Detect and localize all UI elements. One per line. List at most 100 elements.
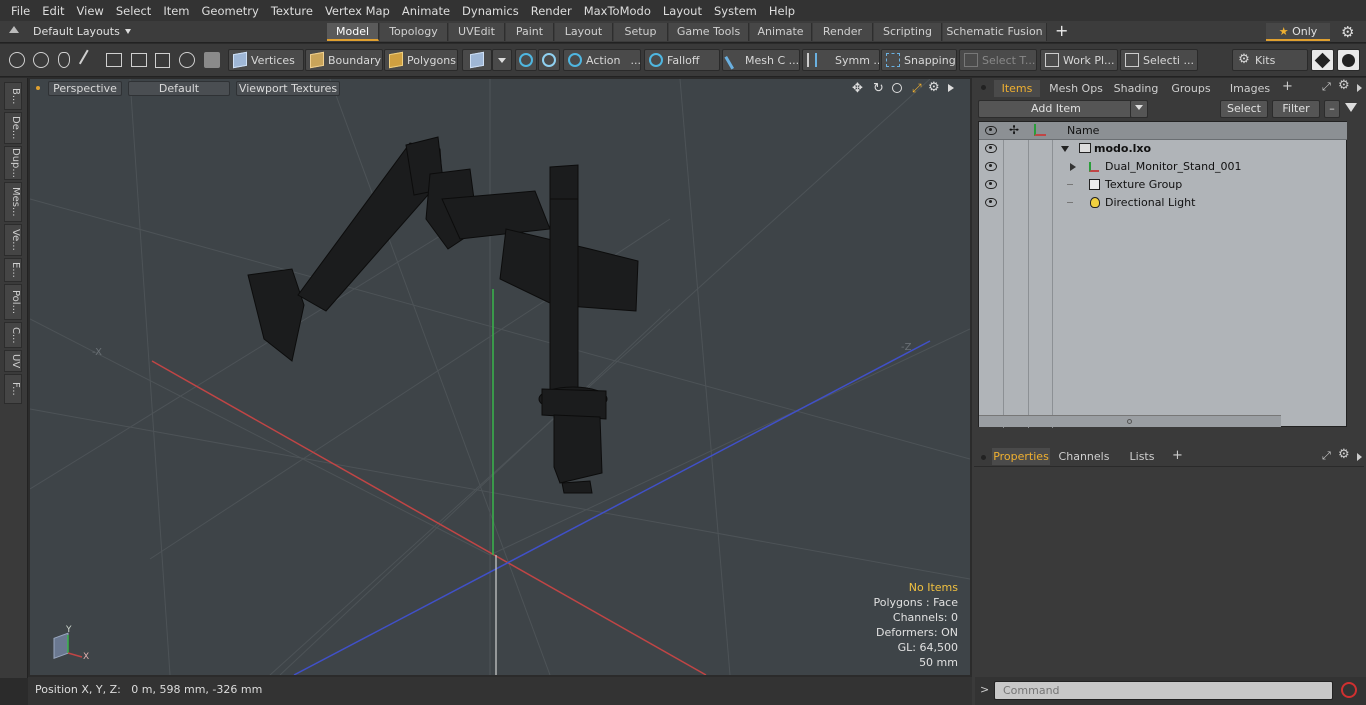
play-arrow-icon[interactable] bbox=[948, 84, 954, 92]
viewport-gear-icon[interactable]: ⚙ bbox=[928, 80, 940, 95]
funnel-icon[interactable] bbox=[1345, 103, 1357, 112]
tab-channels[interactable]: Channels bbox=[1056, 448, 1112, 465]
tab-uvedit[interactable]: UVEdit bbox=[449, 23, 505, 41]
collapse-icon[interactable] bbox=[9, 26, 19, 33]
snap-mode-button[interactable] bbox=[515, 49, 537, 71]
left-tab-duplicate[interactable]: Dup... bbox=[4, 146, 22, 180]
menu-texture[interactable]: Texture bbox=[265, 4, 319, 18]
align-icon[interactable] bbox=[106, 53, 122, 67]
maximize-icon[interactable]: ⤢ bbox=[912, 81, 922, 96]
gear-icon[interactable]: ⚙ bbox=[1341, 23, 1354, 41]
layouts-dropdown[interactable]: Default Layouts bbox=[33, 24, 132, 40]
snap-mode-button-2[interactable] bbox=[538, 49, 560, 71]
panel-dot-icon[interactable] bbox=[981, 85, 986, 90]
lower-panel-dot-icon[interactable] bbox=[981, 455, 986, 460]
tab-images[interactable]: Images bbox=[1222, 80, 1278, 97]
viewport-menu-dot-icon[interactable] bbox=[36, 86, 40, 90]
menu-vertex-map[interactable]: Vertex Map bbox=[319, 4, 396, 18]
kits-button[interactable]: ⚙ Kits bbox=[1232, 49, 1308, 71]
tab-animate[interactable]: Animate bbox=[750, 23, 812, 41]
rotate-icon[interactable] bbox=[179, 52, 195, 68]
panel-gear-icon[interactable]: ⚙ bbox=[1338, 78, 1350, 93]
left-tab-edge[interactable]: E... bbox=[4, 258, 22, 282]
mesh-constraint-button[interactable]: Mesh C ... bbox=[722, 49, 800, 71]
tab-topology[interactable]: Topology bbox=[380, 23, 448, 41]
symmetry-button[interactable]: Symm ... bbox=[802, 49, 880, 71]
tab-groups[interactable]: Groups bbox=[1166, 80, 1216, 97]
menu-dynamics[interactable]: Dynamics bbox=[456, 4, 525, 18]
tab-model[interactable]: Model bbox=[327, 23, 379, 41]
menu-file[interactable]: File bbox=[5, 4, 36, 18]
brush-icon[interactable] bbox=[78, 49, 100, 71]
globe-icon[interactable] bbox=[33, 52, 49, 68]
left-tab-basic[interactable]: B... bbox=[4, 82, 22, 110]
unreal-button[interactable] bbox=[1337, 49, 1360, 71]
boundary-button[interactable]: Boundary bbox=[305, 49, 383, 71]
left-tab-polygon[interactable]: Pol... bbox=[4, 284, 22, 320]
perspective-button[interactable]: Perspective bbox=[48, 81, 122, 96]
frame-icon[interactable] bbox=[155, 53, 170, 68]
shield-item-icon[interactable] bbox=[204, 52, 220, 68]
list-item-directional-light[interactable]: Directional Light bbox=[979, 194, 1347, 212]
add-item-dropdown[interactable] bbox=[1130, 100, 1148, 118]
menu-view[interactable]: View bbox=[71, 4, 110, 18]
item-mode-button[interactable] bbox=[462, 49, 492, 71]
viewport-textures-button[interactable]: Viewport Textures bbox=[236, 81, 340, 96]
menu-item[interactable]: Item bbox=[157, 4, 195, 18]
menu-help[interactable]: Help bbox=[763, 4, 801, 18]
panel-arrow-icon[interactable] bbox=[1357, 84, 1362, 92]
left-tab-deform[interactable]: De... bbox=[4, 112, 22, 144]
3d-viewport[interactable]: -X -Z Y X No Items Polygons : Face Chann… bbox=[30, 79, 970, 675]
left-tab-mesh-edit[interactable]: Mes... bbox=[4, 182, 22, 222]
action-button[interactable]: Action... bbox=[563, 49, 641, 71]
zoom-icon[interactable] bbox=[892, 83, 902, 93]
tab-paint[interactable]: Paint bbox=[506, 23, 554, 41]
add-panel-tab-icon[interactable]: + bbox=[1282, 79, 1293, 94]
left-tab-curve[interactable]: C... bbox=[4, 322, 22, 348]
tab-layout[interactable]: Layout bbox=[555, 23, 613, 41]
panel-expand-icon[interactable]: ⤢ bbox=[1322, 80, 1331, 94]
record-macro-icon[interactable] bbox=[1341, 682, 1357, 698]
menu-render[interactable]: Render bbox=[525, 4, 578, 18]
tab-properties[interactable]: Properties bbox=[992, 448, 1050, 465]
visibility-eye-icon[interactable] bbox=[985, 162, 997, 171]
tab-render[interactable]: Render bbox=[813, 23, 873, 41]
add-lower-tab-icon[interactable]: + bbox=[1172, 448, 1183, 463]
left-tab-vertex[interactable]: Ve... bbox=[4, 224, 22, 256]
list-item-texture-group[interactable]: Texture Group bbox=[979, 176, 1347, 194]
lower-expand-icon[interactable]: ⤢ bbox=[1322, 449, 1331, 463]
select-circle-icon[interactable] bbox=[9, 52, 25, 68]
snapping-button[interactable]: Snapping bbox=[881, 49, 957, 71]
menu-system[interactable]: System bbox=[708, 4, 763, 18]
tab-game-tools[interactable]: Game Tools bbox=[669, 23, 749, 41]
orbit-icon[interactable]: ↻ bbox=[873, 81, 884, 96]
tab-setup[interactable]: Setup bbox=[614, 23, 668, 41]
pan-icon[interactable]: ✥ bbox=[852, 81, 863, 96]
add-tab-icon[interactable]: + bbox=[1055, 22, 1068, 40]
polygons-button[interactable]: Polygons bbox=[384, 49, 458, 71]
tab-mesh-ops[interactable]: Mesh Ops bbox=[1044, 80, 1108, 97]
filter-button[interactable]: Filter bbox=[1272, 100, 1320, 118]
work-plane-button[interactable]: Work Pl... bbox=[1040, 49, 1118, 71]
menu-edit[interactable]: Edit bbox=[36, 4, 70, 18]
command-input[interactable] bbox=[994, 681, 1333, 700]
selection-sets-button[interactable]: Selecti ... bbox=[1120, 49, 1198, 71]
name-column-header[interactable]: Name bbox=[1067, 124, 1099, 137]
visibility-eye-icon[interactable] bbox=[985, 180, 997, 189]
add-item-button[interactable]: Add Item bbox=[978, 100, 1148, 118]
tab-schematic-fusion[interactable]: Schematic Fusion bbox=[943, 23, 1047, 41]
list-item-dual-monitor-stand[interactable]: Dual_Monitor_Stand_001 bbox=[979, 158, 1347, 176]
select-through-button[interactable]: Select T... bbox=[959, 49, 1037, 71]
vertices-button[interactable]: Vertices bbox=[228, 49, 304, 71]
select-button[interactable]: Select bbox=[1220, 100, 1268, 118]
tab-shading[interactable]: Shading bbox=[1110, 80, 1162, 97]
mode-dropdown[interactable] bbox=[492, 49, 512, 71]
menu-geometry[interactable]: Geometry bbox=[196, 4, 265, 18]
tab-lists[interactable]: Lists bbox=[1122, 448, 1162, 465]
list-item-modo-lxo[interactable]: modo.lxo bbox=[979, 140, 1347, 158]
shading-default-button[interactable]: Default bbox=[128, 81, 230, 96]
visibility-eye-icon[interactable] bbox=[985, 198, 997, 207]
left-tab-fusion[interactable]: F... bbox=[4, 374, 22, 404]
lower-arrow-icon[interactable] bbox=[1357, 453, 1362, 461]
expand-arrow-icon[interactable] bbox=[1070, 163, 1076, 171]
